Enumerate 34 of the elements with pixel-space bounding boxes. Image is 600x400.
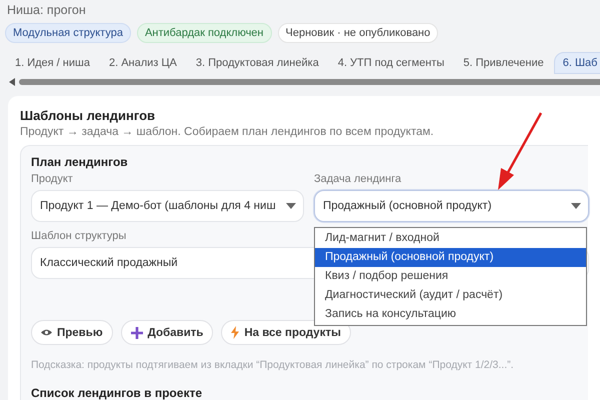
bulk-button[interactable]: На все продукты [221,320,351,345]
scroll-left-icon[interactable] [9,78,15,86]
step-tab[interactable]: 4. УТП под сегменты [328,52,454,74]
status-badge: Модульная структура [5,23,131,43]
step-tab[interactable]: 3. Продуктовая линейка [186,52,328,74]
step-tab[interactable]: 5. Привлечение [454,52,553,74]
lightning-icon [231,326,240,339]
select-field[interactable]: Продукт 1 — Демо-бот (шаблоны для 4 ниш [31,190,304,222]
dropdown-option[interactable]: Диагностический (аудит / расчёт) [315,286,586,305]
list-title: Список лендингов в проекте [31,386,203,400]
field-label: Продукт [31,173,73,185]
status-badge: Черновик · не опубликовано [278,23,438,43]
field-label: Задача лендинга [314,173,402,185]
select-value: Продукт 1 — Демо-бот (шаблоны для 4 ниш [40,200,276,212]
step-tab[interactable]: 6. Шаб [554,52,600,74]
eye-icon [41,329,52,336]
panel-title: План лендингов [31,155,129,169]
niche-label: Ниша: прогон [6,2,87,17]
step-tab[interactable]: 2. Анализ ЦА [100,52,186,74]
status-badge: Антибардак подключен [136,23,272,43]
select-value: Продажный (основной продукт) [323,200,492,212]
hint-text: Подсказка: продукты подтягиваем из вкладки “Продуктовая линейка” по строкам “Продукт 1/2/3...”. [31,359,515,371]
section-title: Шаблоны лендингов [20,108,156,123]
plus-icon [130,326,143,338]
step-tab[interactable]: 1. Идея / ниша [6,52,99,74]
section-subtitle: Продукт → задача → шаблон. Собираем план лендингов по всем продуктам. [20,126,435,138]
dropdown-option[interactable]: Продажный (основной продукт) [315,248,586,267]
select-value: Классический продажный [40,257,178,269]
preview-button[interactable]: Превью [31,320,113,345]
dropdown-option[interactable]: Лид-магнит / входной [315,229,586,248]
select-field[interactable]: Продажный (основной продукт) [314,190,589,222]
scrollbar-thumb[interactable] [19,79,600,85]
field-label: Шаблон структуры [31,230,126,242]
add-button[interactable]: Добавить [120,320,214,345]
